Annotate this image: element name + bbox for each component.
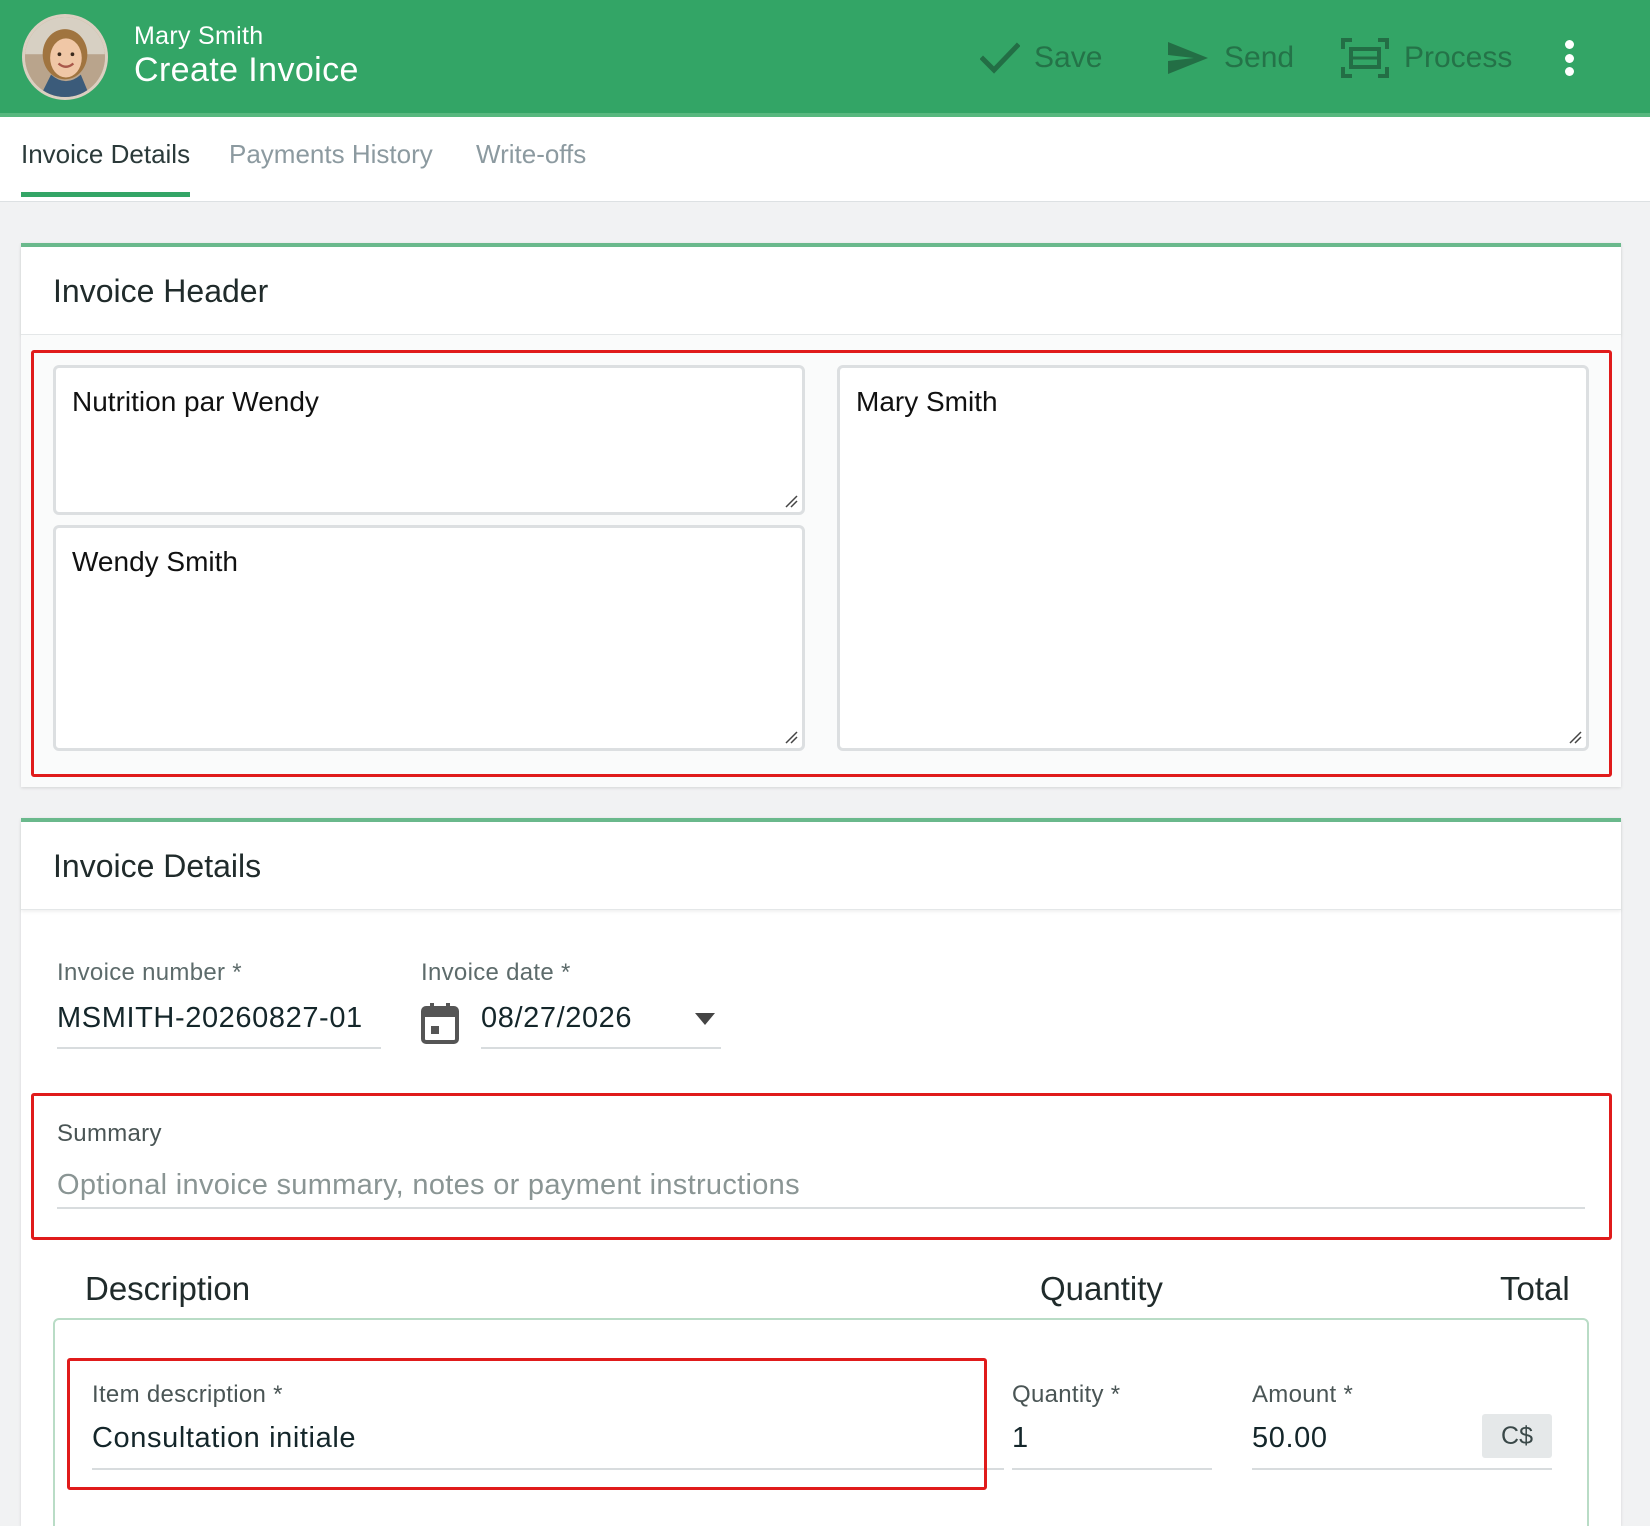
invoice-header-card-header: Invoice Header [21,247,1621,335]
invoice-details-title: Invoice Details [53,848,262,884]
provider-name-value: Wendy Smith [72,546,238,577]
summary-input[interactable] [57,1162,1585,1208]
send-icon [1168,42,1208,74]
provider-name-textarea[interactable]: Wendy Smith [53,525,805,751]
scan-frame-icon [1341,38,1389,78]
invoice-number-label: Invoice number * [57,959,242,986]
client-name-textarea[interactable]: Mary Smith [837,365,1589,751]
tab-bar: Invoice Details Payments History Write-o… [0,117,1650,202]
app-header: Mary Smith Create Invoice Save Send Proc… [0,0,1650,117]
currency-badge: C$ [1482,1414,1552,1458]
header-user-name: Mary Smith [134,22,264,50]
item-description-field[interactable]: Consultation initiale [92,1422,356,1455]
invoice-header-card: Invoice Header Nutrition par Wendy Wendy… [21,243,1621,787]
resize-handle-icon[interactable] [1568,730,1582,744]
invoice-header-title: Invoice Header [53,273,269,309]
summary-label: Summary [57,1120,162,1147]
tab-write-offs[interactable]: Write-offs [476,139,586,192]
column-header-description: Description [85,1270,251,1307]
avatar-photo-icon [25,17,105,97]
page-title: Create Invoice [134,51,359,89]
column-header-quantity: Quantity [1040,1270,1163,1307]
invoice-date-underline [481,1047,721,1049]
calendar-icon[interactable] [421,1002,459,1044]
tab-payments-history[interactable]: Payments History [229,139,433,192]
save-button[interactable]: Save [980,34,1102,82]
invoice-date-field[interactable]: 08/27/2026 [481,1002,632,1035]
amount-field[interactable]: 50.00 [1252,1422,1328,1455]
column-header-total: Total [1500,1270,1570,1307]
amount-label: Amount * [1252,1381,1354,1408]
amount-underline [1252,1468,1552,1470]
quantity-underline [1012,1468,1212,1470]
invoice-number-field[interactable]: MSMITH-20260827-01 [57,1002,363,1035]
process-button[interactable]: Process [1340,34,1512,82]
invoice-number-underline [57,1047,381,1049]
invoice-header-body: Nutrition par Wendy Wendy Smith Mary Smi… [21,335,1621,787]
check-icon [980,42,1020,74]
invoice-details-card-header: Invoice Details [21,822,1621,910]
quantity-field[interactable]: 1 [1012,1422,1029,1455]
send-button[interactable]: Send [1166,34,1294,82]
quantity-label: Quantity * [1012,1381,1121,1408]
save-button-label: Save [1034,41,1103,74]
resize-handle-icon[interactable] [784,494,798,508]
item-description-label: Item description * [92,1381,283,1408]
resize-handle-icon[interactable] [784,730,798,744]
user-avatar[interactable] [22,14,108,100]
tab-invoice-details[interactable]: Invoice Details [21,139,191,197]
summary-underline [57,1207,1585,1209]
process-button-label: Process [1404,41,1513,74]
send-button-label: Send [1224,41,1295,74]
business-name-textarea[interactable]: Nutrition par Wendy [53,365,805,515]
invoice-date-label: Invoice date * [421,959,571,986]
client-name-value: Mary Smith [856,386,998,417]
chevron-down-icon[interactable] [694,1012,716,1026]
more-options-icon[interactable] [1556,38,1582,78]
business-name-value: Nutrition par Wendy [72,386,319,417]
item-description-underline [92,1468,1004,1470]
